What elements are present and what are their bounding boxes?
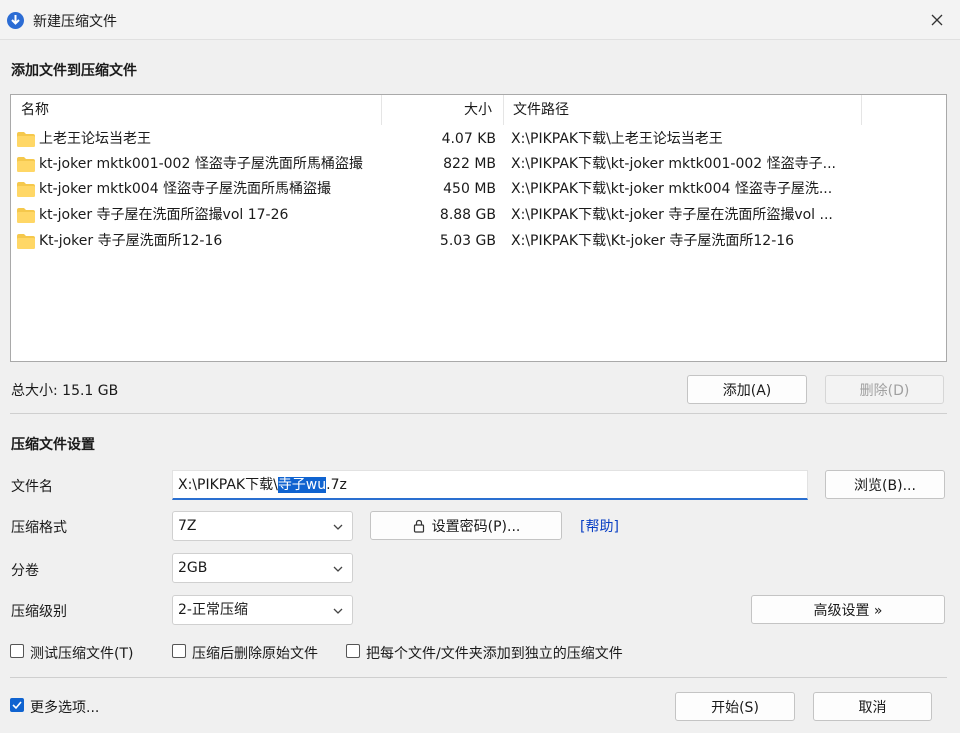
level-select[interactable]: 2-正常压缩 <box>172 595 353 625</box>
filename-selected-text: 寺子wu <box>277 477 327 493</box>
folder-icon <box>17 234 35 249</box>
level-value: 2-正常压缩 <box>178 602 248 618</box>
divider <box>10 413 947 414</box>
filename-label: 文件名 <box>11 479 53 495</box>
format-value: 7Z <box>178 518 197 534</box>
delete-button[interactable]: 删除(D) <box>825 375 944 404</box>
separate-archives-label[interactable]: 把每个文件/文件夹添加到独立的压缩文件 <box>366 643 623 663</box>
file-size: 5.03 GB <box>439 233 496 249</box>
format-select[interactable]: 7Z <box>172 511 353 541</box>
file-row[interactable]: kt-joker mktk004 怪盜寺子屋洗面所馬桶盜撮 450 MB X:\… <box>11 177 946 202</box>
file-size: 8.88 GB <box>439 207 496 223</box>
file-path: X:\PIKPAK下载\kt-joker 寺子屋在洗面所盜撮vol ... <box>511 207 833 223</box>
chevron-down-icon <box>333 608 343 614</box>
list-header: 名称 大小 文件路径 <box>11 95 946 125</box>
start-button[interactable]: 开始(S) <box>675 692 795 721</box>
level-label: 压缩级别 <box>11 604 67 620</box>
chevron-down-icon <box>333 566 343 572</box>
advanced-settings-button[interactable]: 高级设置 » <box>751 595 945 624</box>
total-size-label: 总大小: 15.1 GB <box>11 383 119 399</box>
title-bar: 新建压缩文件 <box>0 0 960 40</box>
file-name: 上老王论坛当老王 <box>39 131 151 147</box>
folder-icon <box>17 132 35 147</box>
file-name: kt-joker mktk001-002 怪盗寺子屋洗面所馬桶盜撮 <box>39 156 363 172</box>
file-name: kt-joker 寺子屋在洗面所盜撮vol 17-26 <box>39 207 289 223</box>
volume-label: 分卷 <box>11 563 39 579</box>
file-size: 822 MB <box>443 156 496 172</box>
separate-archives-checkbox[interactable] <box>346 644 360 658</box>
delete-after-checkbox[interactable] <box>172 644 186 658</box>
checkmark-icon <box>12 701 22 710</box>
set-password-label: 设置密码(P)... <box>431 518 521 535</box>
test-archive-checkbox[interactable] <box>10 644 24 658</box>
format-label: 压缩格式 <box>11 520 67 536</box>
file-size: 450 MB <box>443 181 496 197</box>
close-button[interactable] <box>914 0 960 40</box>
file-path: X:\PIKPAK下载\Kt-joker 寺子屋洗面所12-16 <box>511 233 795 249</box>
set-password-button[interactable]: 设置密码(P)... <box>370 511 562 540</box>
file-row[interactable]: kt-joker 寺子屋在洗面所盜撮vol 17-26 8.88 GB X:\P… <box>11 203 946 228</box>
file-path: X:\PIKPAK下载\上老王论坛当老王 <box>511 131 723 147</box>
close-icon <box>931 14 943 26</box>
file-path: X:\PIKPAK下载\kt-joker mktk004 怪盗寺子屋洗... <box>511 181 833 197</box>
filename-input[interactable]: X:\PIKPAK下载\寺子wu.7z <box>172 470 808 500</box>
more-options-checkbox[interactable] <box>10 698 24 712</box>
settings-section-title: 压缩文件设置 <box>11 437 95 453</box>
divider <box>10 677 947 678</box>
file-name: kt-joker mktk004 怪盜寺子屋洗面所馬桶盜撮 <box>39 181 332 197</box>
volume-select[interactable]: 2GB <box>172 553 353 583</box>
more-options-label[interactable]: 更多选项... <box>30 697 99 717</box>
column-header-size[interactable]: 大小 <box>382 95 502 125</box>
file-row[interactable]: kt-joker mktk001-002 怪盗寺子屋洗面所馬桶盜撮 822 MB… <box>11 152 946 177</box>
folder-icon <box>17 182 35 197</box>
file-row[interactable]: Kt-joker 寺子屋洗面所12-16 5.03 GB X:\PIKPAK下载… <box>11 229 946 254</box>
browse-button[interactable]: 浏览(B)... <box>825 470 945 499</box>
file-name: Kt-joker 寺子屋洗面所12-16 <box>39 233 223 249</box>
add-files-section-title: 添加文件到压缩文件 <box>11 63 137 79</box>
lock-icon <box>413 519 424 533</box>
window-title: 新建压缩文件 <box>33 14 117 30</box>
file-row[interactable]: 上老王论坛当老王 4.07 KB X:\PIKPAK下载\上老王论坛当老王 <box>11 127 946 152</box>
delete-after-label[interactable]: 压缩后删除原始文件 <box>192 643 318 663</box>
volume-value: 2GB <box>178 560 208 576</box>
help-link[interactable]: [帮助] <box>580 516 619 536</box>
test-archive-label[interactable]: 测试压缩文件(T) <box>30 643 133 663</box>
column-header-name[interactable]: 名称 <box>11 95 59 125</box>
cancel-button[interactable]: 取消 <box>813 692 932 721</box>
add-button[interactable]: 添加(A) <box>687 375 807 404</box>
folder-icon <box>17 208 35 223</box>
folder-icon <box>17 157 35 172</box>
file-path: X:\PIKPAK下载\kt-joker mktk001-002 怪盗寺子... <box>511 156 836 172</box>
filename-suffix: .7z <box>326 477 347 493</box>
column-separator[interactable] <box>861 95 862 125</box>
filename-prefix: X:\PIKPAK下载\ <box>178 477 278 493</box>
file-size: 4.07 KB <box>441 131 496 147</box>
column-header-path[interactable]: 文件路径 <box>503 95 579 125</box>
app-logo-icon <box>7 12 24 29</box>
file-list[interactable]: 名称 大小 文件路径 上老王论坛当老王 4.07 KB X:\PIKPAK下载\… <box>10 94 947 362</box>
chevron-down-icon <box>333 524 343 530</box>
